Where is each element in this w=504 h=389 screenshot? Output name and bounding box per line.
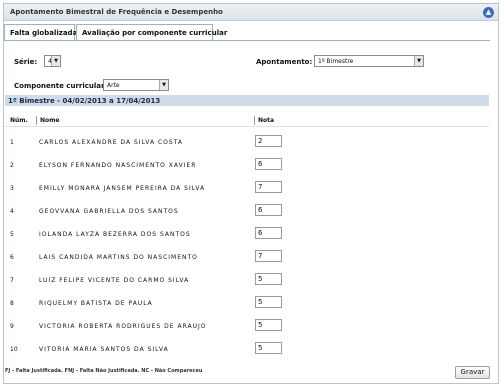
row-number: 8 — [10, 300, 14, 307]
chevron-down-icon: ▼ — [51, 56, 60, 66]
grade-input[interactable]: 5 — [255, 319, 282, 331]
student-name: VICTORIA ROBERTA RODRIGUES DE ARAUJO — [39, 323, 207, 330]
header-rule — [5, 126, 489, 127]
table-row: 7 LUIZ FELIPE VICENTE DO CARMO SILVA 5 — [5, 270, 489, 293]
tab-avaliacao-componente[interactable]: Avaliação por componente curricular — [76, 24, 227, 41]
row-number: 2 — [10, 162, 14, 169]
row-number: 5 — [10, 231, 14, 238]
table-row: 9 VICTORIA ROBERTA RODRIGUES DE ARAUJO 5 — [5, 316, 489, 339]
panel-title: Apontamento Bimestral de Frequência e De… — [10, 8, 223, 16]
apontamento-label: Apontamento: — [256, 58, 313, 66]
student-name: EMILLY MONARA JANSEM PEREIRA DA SILVA — [39, 185, 206, 192]
grade-input[interactable]: 5 — [255, 296, 282, 308]
row-number: 4 — [10, 208, 14, 215]
row-number: 9 — [10, 323, 14, 330]
serie-label: Série: — [14, 58, 38, 66]
row-number: 3 — [10, 185, 14, 192]
header-divider — [254, 116, 255, 125]
row-number: 7 — [10, 277, 14, 284]
table-row: 1 CARLOS ALEXANDRE DA SILVA COSTA 2 — [5, 132, 489, 155]
student-name: IOLANDA LAYZA BEZERRA DOS SANTOS — [39, 231, 191, 238]
table-row: 3 EMILLY MONARA JANSEM PEREIRA DA SILVA … — [5, 178, 489, 201]
period-header: 1º Bimestre - 04/02/2013 a 17/04/2013 — [5, 95, 489, 106]
componente-value: Arte — [107, 82, 120, 89]
header-nota: Nota — [258, 117, 275, 124]
student-name: LAIS CANDIDA MARTINS DO NASCIMENTO — [39, 254, 198, 261]
table-row: 6 LAIS CANDIDA MARTINS DO NASCIMENTO 7 — [5, 247, 489, 270]
grade-input[interactable]: 7 — [255, 181, 282, 193]
tab-underline — [4, 40, 490, 41]
grade-input[interactable]: 6 — [255, 227, 282, 239]
student-name: LUIZ FELIPE VICENTE DO CARMO SILVA — [39, 277, 190, 284]
grade-input[interactable]: 6 — [255, 158, 282, 170]
collapse-icon[interactable]: ▲ — [483, 7, 494, 18]
table-row: 2 ELYSON FERNANDO NASCIMENTO XAVIER 6 — [5, 155, 489, 178]
tab-falta-globalizada[interactable]: Falta globalizada — [4, 24, 77, 41]
header-nome: Nome — [40, 117, 60, 124]
save-button[interactable]: Gravar — [455, 366, 490, 379]
student-name: RIQUELMY BATISTA DE PAULA — [39, 300, 153, 307]
row-number: 10 — [10, 346, 18, 353]
student-name: ELYSON FERNANDO NASCIMENTO XAVIER — [39, 162, 197, 169]
grade-input[interactable]: 6 — [255, 204, 282, 216]
table-row: 8 RIQUELMY BATISTA DE PAULA 5 — [5, 293, 489, 316]
legend-note: FJ - Falta Justificada. FNJ - Falta Não … — [5, 368, 203, 374]
panel-titlebar: Apontamento Bimestral de Frequência e De… — [4, 4, 498, 21]
student-name: CARLOS ALEXANDRE DA SILVA COSTA — [39, 139, 184, 146]
grade-input[interactable]: 5 — [255, 273, 282, 285]
grade-input[interactable]: 5 — [255, 342, 282, 354]
chevron-down-icon: ▼ — [159, 80, 168, 90]
student-name: GEOVVANA GABRIELLA DOS SANTOS — [39, 208, 179, 215]
table-row: 10 VITORIA MARIA SANTOS DA SILVA 5 — [5, 339, 489, 362]
apontamento-value: 1º Bimestre — [318, 58, 354, 65]
table-row: 5 IOLANDA LAYZA BEZERRA DOS SANTOS 6 — [5, 224, 489, 247]
componente-label: Componente curricular: — [14, 82, 108, 90]
grade-input[interactable]: 2 — [255, 135, 282, 147]
serie-select[interactable]: 4 ▼ — [44, 55, 61, 67]
row-number: 6 — [10, 254, 14, 261]
apontamento-select[interactable]: 1º Bimestre ▼ — [314, 55, 424, 67]
header-num: Núm. — [10, 117, 28, 124]
student-name: VITORIA MARIA SANTOS DA SILVA — [39, 346, 169, 353]
chevron-down-icon: ▼ — [414, 56, 423, 66]
table-row: 4 GEOVVANA GABRIELLA DOS SANTOS 6 — [5, 201, 489, 224]
componente-select[interactable]: Arte ▼ — [103, 79, 169, 91]
row-number: 1 — [10, 139, 14, 146]
header-divider — [36, 116, 37, 125]
grade-input[interactable]: 7 — [255, 250, 282, 262]
